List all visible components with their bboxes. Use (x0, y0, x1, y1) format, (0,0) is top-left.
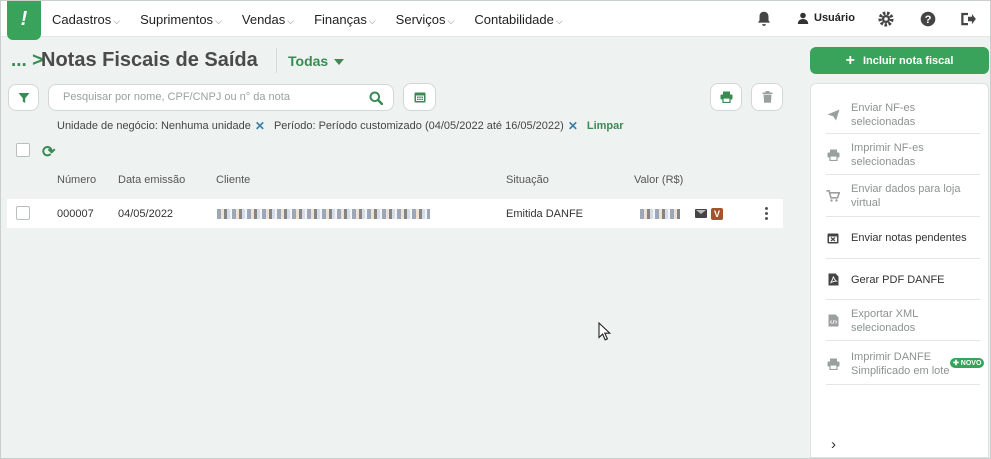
refresh-icon[interactable]: ⟳ (42, 142, 55, 162)
panel-divider (826, 384, 980, 385)
menu-label: Vendas (241, 11, 286, 27)
filter-chip-period: Período: Período customizado (04/05/2022… (273, 120, 564, 132)
cell-cliente-redacted (217, 209, 430, 219)
status-filter-dropdown[interactable]: Todas (288, 53, 345, 69)
chevron-down-icon: ⌵ (113, 15, 121, 26)
date-filter-button[interactable] (403, 83, 436, 111)
calendar-icon (414, 92, 425, 103)
page-title: Notas Fiscais de Saída (41, 49, 258, 71)
status-badge[interactable]: V (711, 208, 723, 220)
menu-label: Suprimentos (140, 11, 214, 27)
chevron-right-icon[interactable]: › (831, 436, 836, 453)
action-generate-pdf[interactable]: Gerar PDF DANFE (826, 260, 980, 300)
status-filter-label: Todas (288, 53, 329, 69)
select-all-checkbox[interactable] (16, 143, 30, 157)
active-filters: Unidade de negócio: Nenhuma unidade ✕ Pe… (57, 119, 624, 133)
top-navbar: ! Cadastros ⌵ Suprimentos ⌵ Vendas ⌵ Finanç… (1, 1, 990, 40)
menu-label: Contabilidade (474, 11, 554, 27)
action-export-xml[interactable]: Exportar XML selecionados (826, 301, 980, 341)
menu-label: Cadastros (52, 11, 112, 27)
menu-label: Finanças (314, 11, 367, 27)
svg-text:?: ? (925, 14, 932, 26)
chevron-down-icon: ⌵ (555, 15, 563, 26)
menu-servicos[interactable]: Serviços ⌵ (396, 12, 455, 27)
action-label: Exportar XML selecionados (851, 307, 918, 334)
action-label: Enviar NF-es selecionadas (851, 101, 916, 128)
print-icon (827, 149, 839, 161)
action-print-nfes[interactable]: Imprimir NF-es selecionadas (826, 136, 980, 175)
help-icon[interactable]: ? (919, 10, 937, 28)
row-checkbox[interactable] (16, 206, 30, 220)
clear-filters-link[interactable]: Limpar (587, 120, 624, 132)
action-print-danfe-batch[interactable]: Imprimir DANFE Simplificado em lote (826, 342, 952, 385)
add-invoice-label: Incluir nota fiscal (862, 54, 954, 67)
xml-file-icon (828, 314, 838, 327)
column-header-data-emissao[interactable]: Data emissão (118, 174, 185, 186)
chevron-down-icon: ⌵ (215, 15, 222, 26)
action-label: Gerar PDF DANFE (851, 273, 945, 286)
chevron-down-icon: ⌵ (287, 15, 295, 26)
chevron-down-icon: ⌵ (368, 15, 376, 26)
main-menu: Cadastros ⌵ Suprimentos ⌵ Vendas ⌵ Finanças… (52, 1, 583, 37)
menu-cadastros[interactable]: Cadastros ⌵ (52, 12, 120, 27)
printer-icon (720, 91, 732, 103)
menu-financas[interactable]: Finanças ⌵ (314, 12, 376, 27)
filter-chip-business-unit: Unidade de negócio: Nenhuma unidade (57, 120, 251, 132)
send-icon (827, 109, 839, 120)
breadcrumb[interactable]: ... > (11, 50, 43, 72)
chevron-down-icon: ⌵ (447, 15, 455, 26)
close-icon[interactable]: ✕ (255, 119, 265, 133)
delete-button[interactable] (751, 83, 783, 111)
search-input[interactable] (63, 91, 363, 103)
action-send-nfes[interactable]: Enviar NF-es selecionadas (826, 96, 980, 134)
action-send-pending[interactable]: Enviar notas pendentes (826, 218, 980, 259)
menu-label: Serviços (395, 11, 446, 27)
search-icon[interactable] (369, 91, 383, 105)
action-label: Enviar dados para loja virtual (851, 183, 961, 209)
calendar-x-icon (827, 233, 839, 244)
add-invoice-button[interactable]: + Incluir nota fiscal (810, 47, 989, 74)
mouse-cursor-icon (598, 322, 611, 341)
trash-icon (762, 91, 772, 103)
email-icon[interactable] (695, 209, 707, 218)
menu-vendas[interactable]: Vendas ⌵ (242, 12, 294, 27)
cell-numero: 000007 (57, 208, 94, 220)
user-icon (797, 12, 809, 24)
app-logo[interactable]: ! (7, 1, 41, 40)
cell-situacao: Emitida DANFE (506, 208, 584, 220)
user-menu[interactable]: Usuário (797, 12, 855, 24)
cart-icon (826, 190, 840, 202)
action-send-store-data[interactable]: Enviar dados para loja virtual (826, 176, 980, 217)
menu-suprimentos[interactable]: Suprimentos ⌵ (140, 12, 222, 27)
caret-down-icon (334, 59, 345, 66)
filter-button[interactable] (8, 84, 39, 111)
row-menu-icon[interactable] (765, 207, 769, 222)
gear-icon[interactable] (877, 10, 895, 28)
cell-data-emissao: 04/05/2022 (118, 208, 174, 220)
plus-icon: + (845, 51, 855, 69)
title-divider (276, 48, 277, 73)
action-label: Imprimir NF-es selecionadas (851, 142, 924, 168)
print-button[interactable] (710, 83, 742, 111)
column-header-numero[interactable]: Número (57, 174, 96, 186)
column-header-cliente[interactable]: Cliente (216, 174, 250, 186)
funnel-icon (18, 92, 29, 103)
user-label: Usuário (814, 12, 855, 24)
cell-valor-redacted (640, 209, 680, 219)
logout-icon[interactable] (959, 10, 977, 28)
new-badge: ✚ NOVO (950, 358, 985, 368)
action-label: Enviar notas pendentes (851, 232, 967, 244)
column-header-valor[interactable]: Valor (R$) (634, 174, 683, 186)
menu-contabilidade[interactable]: Contabilidade ⌵ (474, 12, 562, 27)
close-icon[interactable]: ✕ (568, 119, 578, 133)
bell-icon[interactable] (755, 10, 773, 28)
search-box (48, 84, 394, 111)
print-icon (827, 358, 839, 370)
action-label: Imprimir DANFE Simplificado em lote (851, 350, 950, 377)
column-header-situacao[interactable]: Situação (506, 174, 549, 186)
pdf-icon (828, 273, 838, 286)
